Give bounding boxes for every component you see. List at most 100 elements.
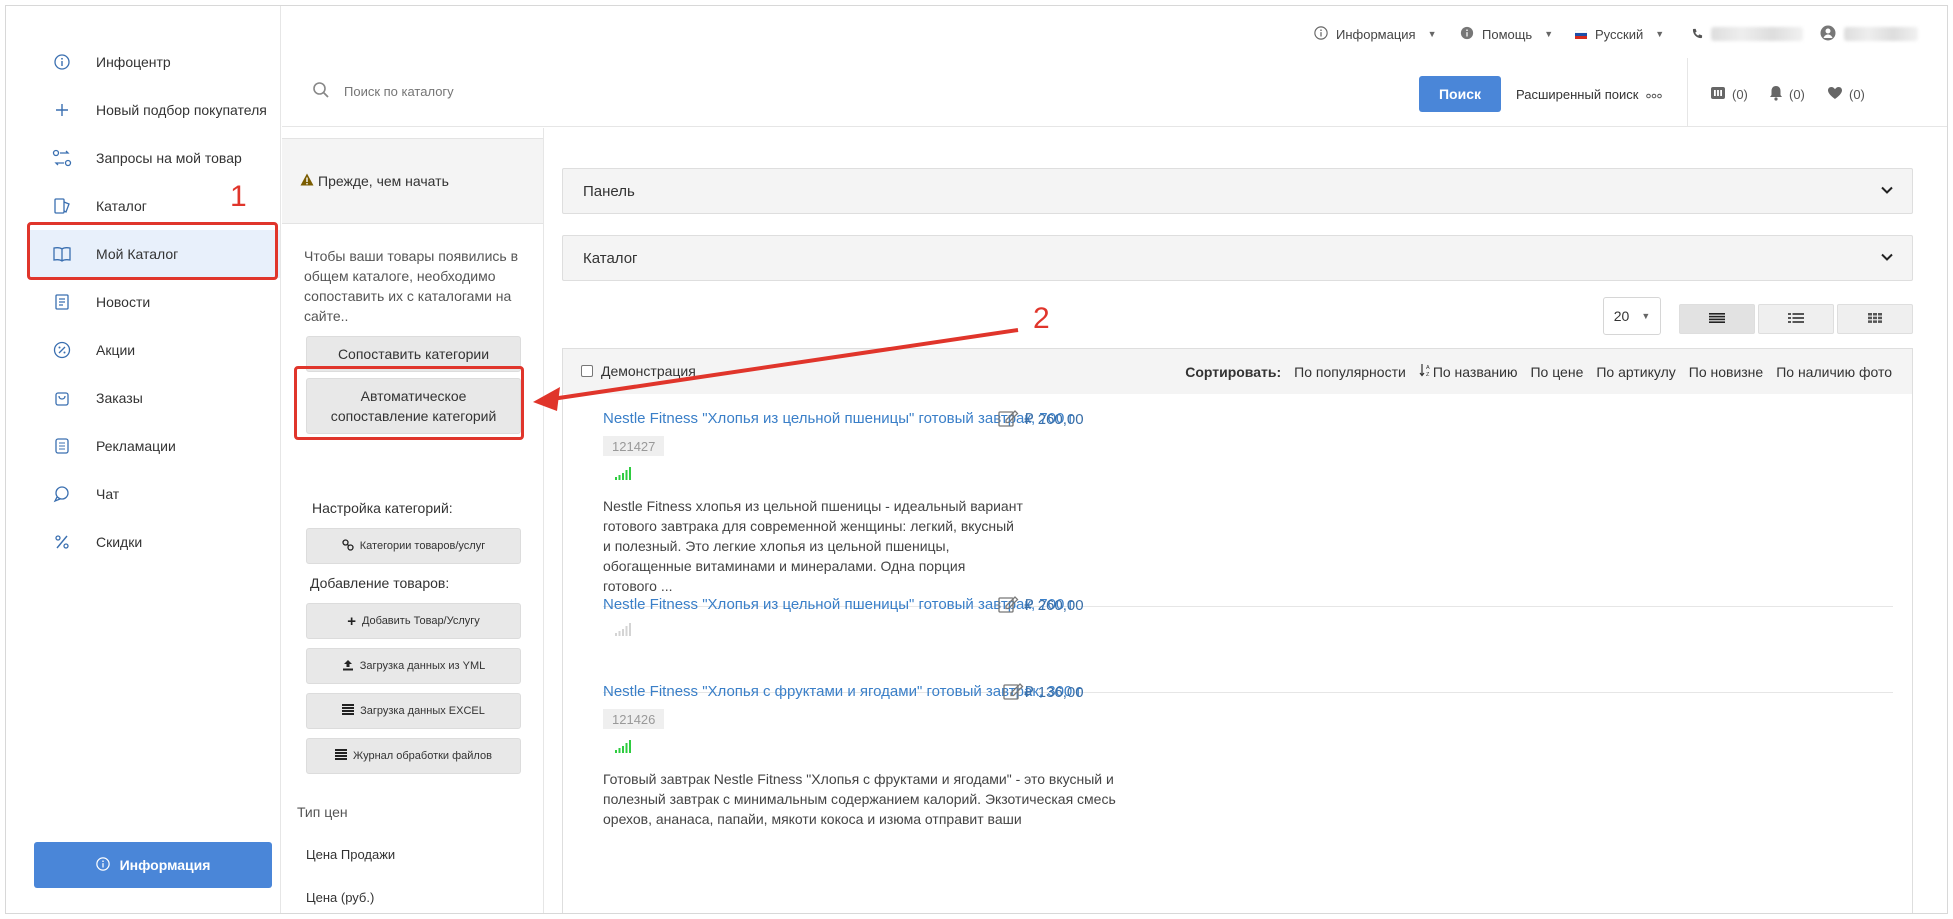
yml-upload-button[interactable]: Загрузка данных из YML [306, 648, 521, 684]
sidebar-item-promotions[interactable]: Акции [28, 326, 280, 374]
excel-upload-label: Загрузка данных EXCEL [360, 705, 485, 717]
page-size-select[interactable]: 20 ▼ [1603, 297, 1661, 335]
demo-checkbox[interactable]: Демонстрация [581, 363, 696, 379]
sidebar-item-orders[interactable]: Заказы [28, 374, 280, 422]
panel-accordion-label: Панель [583, 182, 635, 200]
caret-down-icon: ▼ [1655, 29, 1665, 39]
signal-gray-icon [615, 622, 631, 641]
demo-label: Демонстрация [601, 363, 696, 379]
intro-text: Чтобы ваши товары появились в общем ката… [304, 248, 519, 324]
phone-display [1692, 20, 1803, 48]
app-window: Инфоцентр Новый подбор покупателя Запрос… [5, 5, 1948, 914]
edit-icon[interactable] [998, 408, 1020, 433]
sort-photo[interactable]: По наличию фото [1776, 364, 1892, 380]
excel-upload-button[interactable]: Загрузка данных EXCEL [306, 693, 521, 729]
help-menu-label: Помощь [1482, 26, 1533, 42]
product-categories-button[interactable]: Категории товаров/услуг [306, 528, 521, 564]
add-product-button[interactable]: + Добавить Товар/Услугу [306, 603, 521, 639]
sort-bar: Демонстрация Сортировать: По популярност… [562, 348, 1913, 394]
before-start-title: Прежде, чем начать [318, 173, 449, 189]
language-menu-label: Русский [1595, 26, 1644, 42]
info-menu-label: Информация [1336, 26, 1416, 42]
caret-down-icon: ▼ [1544, 29, 1554, 39]
edit-icon[interactable] [998, 594, 1020, 619]
caret-down-icon: ▼ [1427, 29, 1437, 39]
sort-name-label: По названию [1432, 363, 1518, 380]
sidebar-item-chat[interactable]: Чат [28, 470, 280, 518]
sidebar-item-infocenter[interactable]: Инфоцентр [28, 38, 280, 86]
advanced-search-label: Расширенный поиск [1516, 86, 1639, 102]
language-menu[interactable]: Русский ▼ [1574, 20, 1665, 48]
help-menu[interactable]: Помощь ▼ [1460, 20, 1553, 48]
view-detail-button[interactable] [1758, 304, 1834, 334]
annotation-number-2: 2 [1033, 302, 1050, 335]
sort-name[interactable]: AZ По названию [1419, 363, 1518, 380]
product-item: Nestle Fitness "Хлопья с фруктами и ягод… [603, 681, 1893, 913]
chevron-down-icon [1880, 183, 1894, 201]
news-icon [48, 293, 76, 311]
heart-icon [1827, 86, 1843, 103]
add-goods-label: Добавление товаров: [310, 575, 450, 591]
catalog-accordion[interactable]: Каталог [562, 235, 1913, 281]
checkbox-box[interactable] [581, 365, 593, 377]
sidebar-item-claims[interactable]: Рекламации [28, 422, 280, 470]
panel-accordion[interactable]: Панель [562, 168, 1913, 214]
edit-icon[interactable] [1003, 681, 1025, 706]
sidebar-info-button[interactable]: Информация [34, 842, 272, 888]
sidebar-item-label: Каталог [96, 198, 147, 214]
product-item: Nestle Fitness "Хлопья из цельной пшениц… [603, 408, 1893, 594]
price-type-rub[interactable]: Цена (руб.) [306, 890, 374, 905]
product-list: Nestle Fitness "Хлопья из цельной пшениц… [562, 394, 1913, 913]
advanced-search-link[interactable]: Расширенный поиск [1516, 76, 1663, 112]
help-icon [1460, 26, 1474, 43]
sidebar-item-label: Чат [96, 486, 120, 502]
sort-popularity[interactable]: По популярности [1294, 364, 1406, 380]
price-type-sale[interactable]: Цена Продажи [306, 847, 395, 862]
favorites-counter[interactable]: (0) [1827, 76, 1865, 112]
chevron-down-icon [1880, 250, 1894, 268]
sort-alpha-icon: AZ [1419, 363, 1431, 380]
sort-newest[interactable]: По новизне [1689, 364, 1763, 380]
sidebar-item-label: Акции [96, 342, 136, 358]
search-icon [312, 81, 330, 104]
sidebar-item-new-buyer-search[interactable]: Новый подбор покупателя [28, 86, 280, 134]
compare-counter[interactable]: (0) [1710, 76, 1748, 112]
sort-sku[interactable]: По артикулу [1596, 364, 1675, 380]
plus-icon [48, 103, 76, 117]
user-menu[interactable] [1820, 20, 1918, 48]
product-price: ₽ 260,00 [1024, 597, 1084, 614]
price-type-label: Тип цен [297, 804, 348, 820]
favorites-count: (0) [1849, 86, 1865, 102]
search-button[interactable]: Поиск [1419, 76, 1501, 112]
view-grid-button[interactable] [1837, 304, 1913, 334]
info-menu[interactable]: Информация ▼ [1314, 20, 1437, 48]
sidebar-info-button-label: Информация [119, 857, 211, 873]
sidebar-item-news[interactable]: Новости [28, 278, 280, 326]
compare-icon [1710, 86, 1726, 103]
exchange-icon [48, 149, 76, 167]
sort-price[interactable]: По цене [1530, 364, 1583, 380]
sidebar-item-discounts[interactable]: Скидки [28, 518, 280, 566]
sidebar: Инфоцентр Новый подбор покупателя Запрос… [6, 6, 281, 913]
product-description: Nestle Fitness хлопья из цельной пшеницы… [603, 498, 1023, 594]
plus-icon: + [347, 612, 356, 630]
upload-icon [342, 659, 354, 674]
view-list-button[interactable] [1679, 304, 1755, 334]
search-input[interactable] [344, 74, 1144, 108]
user-name-redacted [1844, 27, 1918, 41]
notifications-counter[interactable]: (0) [1769, 76, 1805, 112]
divider [1687, 58, 1688, 127]
sidebar-item-label: Заказы [96, 390, 143, 406]
phone-icon [1692, 27, 1703, 42]
sidebar-item-requests[interactable]: Запросы на мой товар [28, 134, 280, 182]
file-journal-button[interactable]: Журнал обработки файлов [306, 738, 521, 774]
yml-upload-label: Загрузка данных из YML [359, 660, 486, 672]
info-circle-icon [1314, 25, 1328, 43]
signal-green-icon [615, 466, 631, 485]
user-icon [1820, 25, 1836, 44]
bell-icon [1769, 85, 1783, 104]
category-settings-label: Настройка категорий: [312, 500, 453, 516]
product-categories-label: Категории товаров/услуг [359, 540, 486, 552]
product-sku: 121426 [603, 709, 665, 729]
list-icon [342, 704, 355, 718]
